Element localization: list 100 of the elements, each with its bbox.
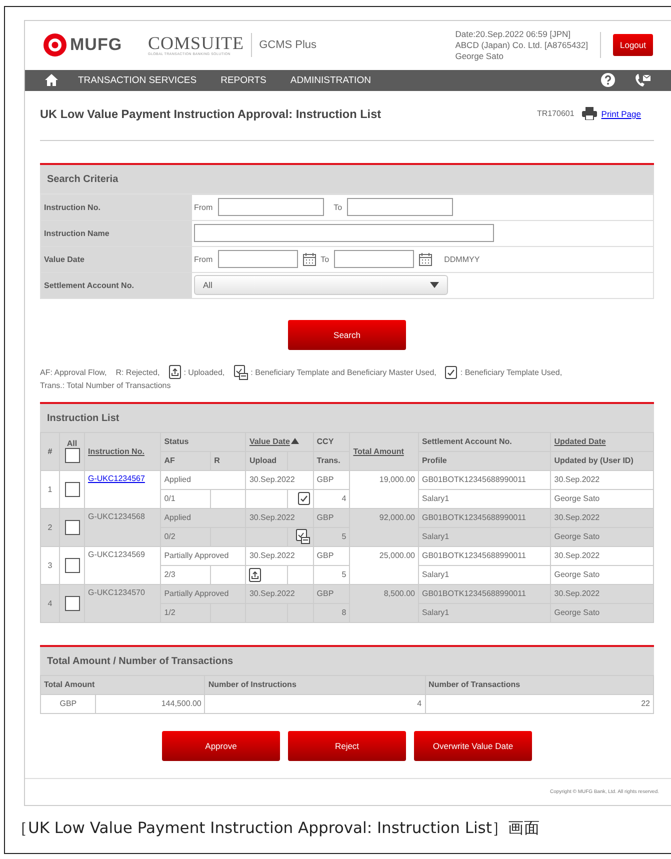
table-cell: 30.Sep.2022 — [246, 584, 314, 604]
table-cell: 92,000.00 — [350, 508, 418, 546]
table-cell: 22 — [425, 694, 654, 714]
date-format-hint: DDMMYY — [444, 254, 480, 264]
column-header: Total Amount — [44, 680, 95, 690]
action-button[interactable]: Approve — [162, 730, 280, 761]
input-field[interactable] — [194, 224, 494, 242]
logout-button[interactable]: Logout — [613, 34, 653, 56]
session-info: Date:20.Sep.2022 06:59 [JPN] — [455, 28, 572, 40]
upload-tray-icon — [168, 365, 181, 380]
column-header: AF — [164, 456, 175, 466]
table-cell: 1/2 — [160, 603, 211, 622]
column-header: Trans. — [316, 456, 340, 466]
table-cell: Salary1 — [418, 527, 551, 546]
instruction-link[interactable]: G-UKC1234567 — [88, 474, 145, 483]
calendar-icon[interactable] — [302, 252, 316, 266]
action-button[interactable]: Overwrite Value Date — [414, 730, 532, 761]
date-field[interactable] — [334, 250, 414, 268]
table-cell: George Sato — [550, 565, 654, 584]
table-cell: 25,000.00 — [350, 546, 418, 584]
table-cell: 0/1 — [160, 489, 211, 508]
screen-id: TR170601 — [536, 109, 574, 118]
table-cell: 30.Sep.2022 — [550, 470, 654, 490]
logo-text: MUFG — [70, 35, 122, 56]
row-checkbox[interactable] — [64, 596, 80, 611]
table-cell: 3 — [40, 546, 60, 584]
table-cell: 30.Sep.2022 — [246, 546, 314, 566]
column-header: # — [48, 446, 52, 456]
legend-text: : Beneficiary Template Used, — [460, 368, 562, 377]
from-label: From — [194, 202, 213, 212]
legend-text: AF: Approval Flow, — [40, 368, 107, 377]
dropdown[interactable]: All — [194, 275, 448, 296]
dropdown-arrow-icon — [430, 282, 439, 288]
column-header: R — [214, 456, 220, 466]
column-header: Status — [164, 437, 189, 446]
column-header: Profile — [422, 456, 447, 466]
nav-menu-item[interactable]: ADMINISTRATION — [290, 74, 371, 86]
table-cell: 2/3 — [160, 565, 211, 584]
home-icon — [45, 74, 58, 86]
date-field[interactable] — [218, 250, 298, 268]
table-cell: Salary1 — [418, 565, 551, 584]
sort-link[interactable]: Instruction No. — [88, 446, 144, 456]
search-button[interactable]: Search — [288, 320, 406, 350]
from-label: From — [194, 254, 213, 264]
field-label: Instruction No. — [41, 194, 192, 220]
table-cell: Partially Approved — [160, 584, 246, 604]
nav-menu-item[interactable]: TRANSACTION SERVICES — [78, 74, 197, 86]
table-cell: George Sato — [550, 603, 654, 622]
input-field[interactable] — [218, 198, 324, 216]
product-name: COMSUITE — [148, 34, 244, 52]
session-info: ABCD (Japan) Co. Ltd. [A8765432] — [455, 40, 588, 51]
sort-link[interactable]: Total Amount — [353, 446, 404, 456]
field-label: Instruction Name — [41, 220, 192, 246]
column-header: CCY — [316, 437, 334, 446]
nav-menu-item[interactable]: REPORTS — [220, 74, 266, 86]
table-cell: Salary1 — [418, 603, 551, 622]
section-title: Total Amount / Number of Transactions — [40, 646, 654, 675]
session-info: George Sato — [455, 50, 504, 62]
field-label: Value Date — [41, 246, 192, 272]
row-checkbox[interactable] — [64, 482, 80, 497]
table-cell: Applied — [160, 508, 246, 528]
table-cell: GB01BOTK12345688990011 — [418, 546, 551, 566]
caption-text: ［UK Low Value Payment Instruction Approval: Instruction List］画面 — [12, 818, 541, 839]
table-cell: GB01BOTK12345688990011 — [418, 508, 551, 528]
print-page-link[interactable]: Print Page — [601, 108, 641, 119]
table-cell: GBP — [40, 694, 96, 714]
column-header: Upload — [249, 456, 277, 466]
table-cell: Salary1 — [418, 489, 551, 508]
table-cell: GB01BOTK12345688990011 — [418, 470, 551, 490]
select-all-checkbox[interactable] — [64, 448, 80, 464]
calendar-icon[interactable] — [419, 252, 432, 266]
field-label: Settlement Account No. — [41, 272, 192, 298]
system-name: GCMS Plus — [259, 39, 317, 52]
table-cell: 8,500.00 — [350, 584, 418, 622]
table-cell: 2 — [40, 508, 60, 546]
table-cell: 4 — [204, 694, 426, 714]
row-checkbox[interactable] — [64, 520, 80, 535]
to-label: To — [334, 202, 342, 212]
table-cell: 1 — [40, 470, 60, 508]
phone-mail-icon — [635, 73, 651, 88]
table-cell: 30.Sep.2022 — [550, 546, 654, 566]
section-title: Instruction List — [40, 404, 654, 432]
column-header: Number of Instructions — [208, 680, 296, 690]
table-cell: 19,000.00 — [350, 470, 418, 508]
legend-text: : Uploaded, — [184, 368, 225, 377]
to-label: To — [320, 254, 330, 264]
table-cell: GBP — [313, 546, 350, 566]
table-cell: GB01BOTK12345688990011 — [418, 584, 551, 604]
column-header: Number of Transactions — [428, 680, 520, 690]
checked-document-icon — [234, 364, 248, 380]
row-checkbox[interactable] — [64, 558, 80, 573]
table-cell: 144,500.00 — [96, 694, 205, 714]
input-field[interactable] — [347, 198, 454, 216]
table-cell: GBP — [313, 508, 350, 528]
action-button[interactable]: Reject — [288, 730, 406, 761]
table-cell: Partially Approved — [160, 546, 246, 566]
printer-icon — [582, 107, 598, 120]
table-cell: 30.Sep.2022 — [550, 508, 654, 528]
table-cell: George Sato — [550, 489, 654, 508]
legend-text: R: Rejected, — [116, 368, 160, 377]
